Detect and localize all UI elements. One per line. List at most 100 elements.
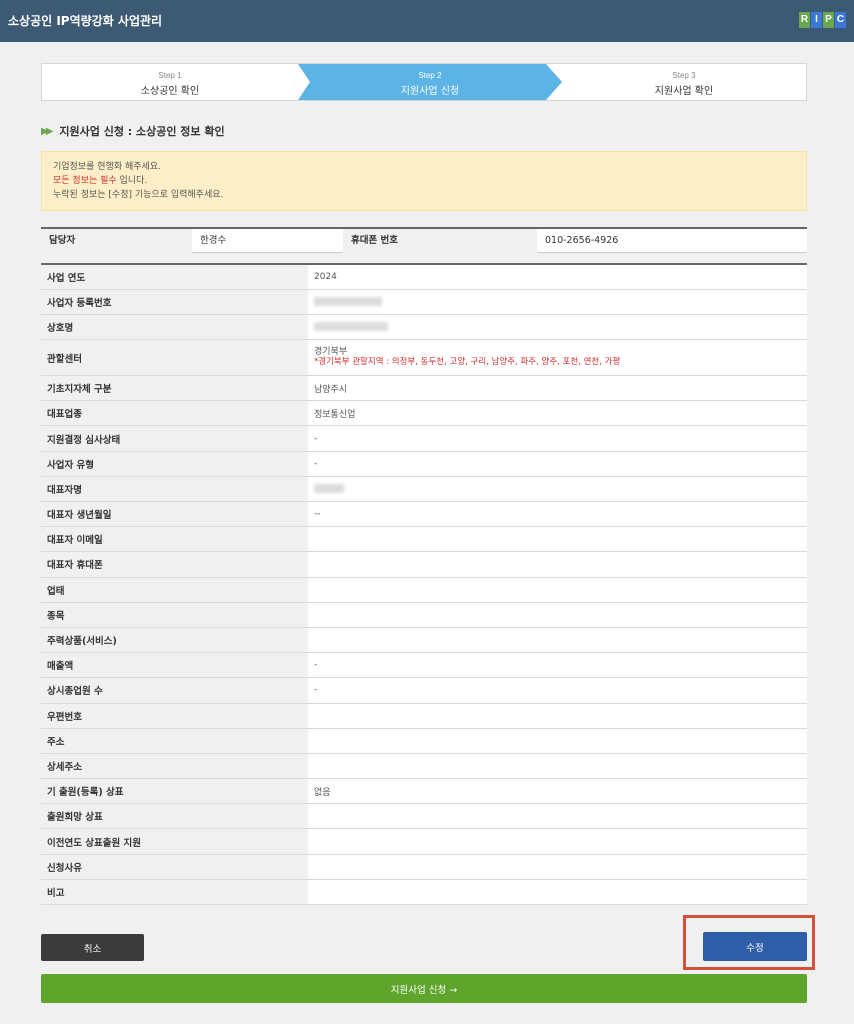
step-indicator: Step 1 소상공인 확인 Step 2 지원사업 신청 Step 3 지원사… [41, 63, 807, 101]
info-row: 기 출원(등록) 상표 없음 [41, 778, 807, 805]
info-row: 이전연도 상표출원 지원 [41, 828, 807, 855]
step-2-number: Step 2 [418, 71, 442, 80]
info-row-label: 우편번호 [41, 703, 308, 729]
notice-line-2: 모든 정보는 필수 입니다. [53, 174, 795, 188]
jurisdiction-center-value: 경기북부 [314, 347, 348, 358]
contact-row: 담당자 한경수 휴대폰 번호 010-2656-4926 [41, 227, 807, 253]
logo-letter-r: R [799, 12, 810, 28]
info-row-value [308, 526, 807, 553]
info-row-value [308, 627, 807, 654]
info-row-label: 사업자 등록번호 [41, 289, 308, 315]
info-row-label: 기 출원(등록) 상표 [41, 778, 308, 805]
section-title-text: 지원사업 신청 : 소상공인 정보 확인 [59, 125, 225, 138]
info-row-value [308, 803, 807, 830]
info-row: 대표자 이메일 [41, 526, 807, 553]
info-row-label: 상호명 [41, 314, 308, 341]
info-row-value: 2024 [308, 264, 807, 290]
redacted-value [314, 483, 344, 493]
info-row-value [308, 854, 807, 880]
info-row: 상호명 [41, 314, 807, 341]
info-row-label: 대표자 생년월일 [41, 501, 308, 528]
info-row-value [308, 551, 807, 578]
notice-line-3: 누락된 정보는 [수정] 기능으로 입력해주세요. [53, 190, 224, 200]
step-2-active: Step 2 지원사업 신청 [298, 64, 562, 100]
info-row-label: 상세주소 [41, 753, 308, 780]
info-row-value [308, 879, 807, 906]
step-1-number: Step 1 [158, 71, 182, 80]
info-row-value: - [308, 451, 807, 477]
info-row: 출원희망 상표 [41, 803, 807, 830]
info-row-label: 사업 연도 [41, 264, 308, 290]
info-row-value: 남양주시 [308, 375, 807, 402]
logo-letter-c: C [835, 12, 846, 28]
notice-box: 기업정보를 현행화 해주세요. 모든 정보는 필수 입니다. 누락된 정보는 [… [41, 151, 807, 211]
info-row-label: 신청사유 [41, 854, 308, 880]
info-row: 사업자 등록번호 [41, 289, 807, 315]
info-row: 대표자 생년월일 -- [41, 501, 807, 528]
phone-label: 휴대폰 번호 [343, 229, 537, 253]
info-row-label: 주소 [41, 728, 308, 754]
business-info-table: 사업 연도 2024 사업자 등록번호 상호명 관할센터 경기북부 *경기북부 관할지역 :… [41, 263, 807, 906]
info-row: 주력상품(서비스) [41, 627, 807, 654]
info-row-value: 경기북부 *경기북부 관할지역 : 의정부, 동두천, 고양, 구리, 남양주, … [308, 339, 807, 377]
info-row: 대표업종 정보통신업 [41, 400, 807, 427]
step-2-label: 지원사업 신청 [400, 86, 460, 97]
logo-letter-p: P [823, 12, 834, 28]
info-row-label: 출원희망 상표 [41, 803, 308, 830]
info-row-label: 대표자 이메일 [41, 526, 308, 553]
info-row-value: -- [308, 501, 807, 528]
notice-line-2-rest: 입니다. [116, 176, 148, 186]
section-heading: ▶▶ 지원사업 신청 : 소상공인 정보 확인 [41, 124, 225, 138]
ripc-logo: R I P C [799, 12, 846, 28]
info-row: 대표자 휴대폰 [41, 551, 807, 578]
info-row: 비고 [41, 879, 807, 906]
step-3-label: 지원사업 확인 [654, 86, 714, 97]
info-row: 관할센터 경기북부 *경기북부 관할지역 : 의정부, 동두천, 고양, 구리, 남… [41, 339, 807, 377]
info-row-label: 사업자 유형 [41, 451, 308, 477]
info-row-label: 관할센터 [41, 339, 308, 377]
info-row-value: 없음 [308, 778, 807, 805]
info-row-value [308, 289, 807, 315]
info-row-value [308, 577, 807, 603]
info-row: 업태 [41, 577, 807, 603]
info-row-value [308, 602, 807, 628]
info-row-label: 대표자 휴대폰 [41, 551, 308, 578]
info-row-label: 비고 [41, 879, 308, 906]
info-row: 매출액 - [41, 652, 807, 679]
notice-line-1: 기업정보를 현행화 해주세요. [53, 162, 161, 172]
step-1: Step 1 소상공인 확인 [42, 64, 298, 100]
info-row: 우편번호 [41, 703, 807, 729]
redacted-value [314, 296, 382, 306]
phone-value: 010-2656-4926 [545, 235, 619, 246]
info-row: 상세주소 [41, 753, 807, 780]
logo-letter-i: I [811, 12, 822, 28]
info-row-label: 주력상품(서비스) [41, 627, 308, 654]
info-row: 지원결정 심사상태 - [41, 425, 807, 452]
info-row-value: - [308, 425, 807, 452]
info-row-label: 매출액 [41, 652, 308, 679]
info-row-value [308, 703, 807, 729]
info-row-value: - [308, 677, 807, 704]
info-row-label: 대표업종 [41, 400, 308, 427]
info-row: 대표자명 [41, 476, 807, 503]
redacted-value [314, 321, 388, 331]
step-3-number: Step 3 [672, 71, 696, 80]
info-row-label: 상시종업원 수 [41, 677, 308, 704]
info-row-value: 정보통신업 [308, 400, 807, 427]
apply-support-button[interactable]: 지원사업 신청 → [41, 974, 807, 1003]
cancel-button[interactable]: 취소 [41, 934, 144, 961]
notice-required-text: 모든 정보는 필수 [53, 176, 117, 186]
info-row-label: 업태 [41, 577, 308, 603]
info-row-value [308, 753, 807, 780]
info-row-value [308, 314, 807, 341]
edit-button[interactable]: 수정 [703, 932, 807, 961]
step-3: Step 3 지원사업 확인 [562, 64, 806, 100]
info-row-value [308, 728, 807, 754]
info-row-value: - [308, 652, 807, 679]
info-row-value [308, 828, 807, 855]
info-row-value [308, 476, 807, 503]
manager-label: 담당자 [41, 229, 192, 253]
app-title: 소상공인 IP역량강화 사업관리 [8, 14, 163, 28]
info-row: 기초지자체 구분 남양주시 [41, 375, 807, 402]
info-row: 사업자 유형 - [41, 451, 807, 477]
